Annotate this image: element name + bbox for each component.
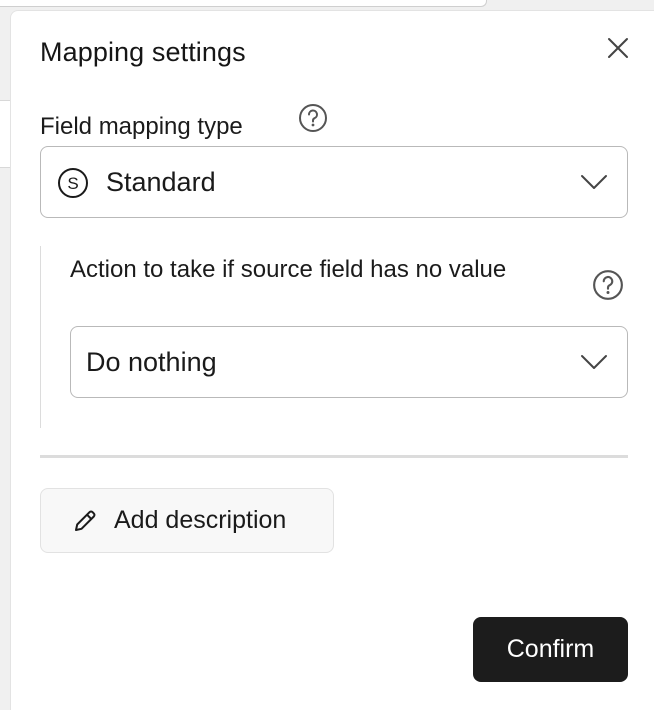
svg-text:S: S: [67, 174, 78, 193]
empty-value-action-section: Action to take if source field has no va…: [40, 246, 629, 428]
empty-value-action-select[interactable]: Do nothing: [70, 326, 628, 398]
add-description-button[interactable]: Add description: [40, 488, 334, 553]
field-mapping-help-button[interactable]: [298, 103, 328, 133]
add-description-label: Add description: [114, 506, 287, 534]
field-mapping-type-value: Standard: [106, 167, 216, 197]
empty-value-action-help-button[interactable]: [592, 269, 624, 301]
close-button[interactable]: [605, 35, 631, 61]
pencil-icon: [75, 510, 96, 531]
mapping-settings-dialog: Mapping settings Field mapping type S St…: [10, 10, 654, 710]
field-mapping-type-select[interactable]: S Standard: [40, 146, 628, 218]
help-circle-icon: [299, 104, 327, 132]
help-circle-icon: [593, 270, 623, 300]
dialog-title: Mapping settings: [40, 37, 246, 67]
empty-value-action-value: Do nothing: [86, 347, 217, 377]
underlying-row-edge: [0, 100, 10, 168]
standard-s-icon: S: [58, 168, 88, 198]
close-icon: [608, 38, 628, 58]
confirm-button[interactable]: Confirm: [473, 617, 628, 682]
empty-value-action-label: Action to take if source field has no va…: [70, 256, 507, 283]
underlying-panel-edge: [0, 0, 487, 7]
field-mapping-type-label: Field mapping type: [40, 113, 243, 140]
chevron-down-icon: [581, 355, 607, 369]
chevron-down-icon: [581, 175, 607, 189]
section-divider: [40, 455, 628, 458]
